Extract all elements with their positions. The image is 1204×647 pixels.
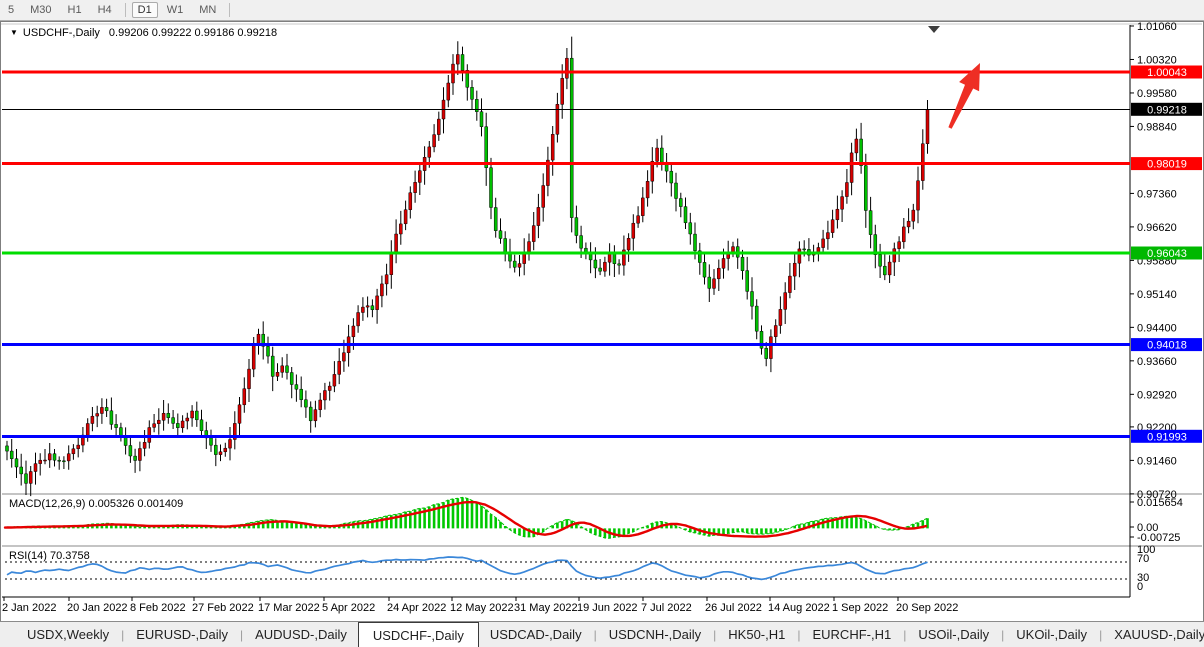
price-tick-label: 1.00320 — [1137, 54, 1177, 66]
chart-symbol-label: USDCHF-,Daily — [23, 27, 100, 39]
macd-axis-label: 0.015654 — [1137, 497, 1183, 509]
timeframe-button-mn[interactable]: MN — [192, 3, 223, 17]
date-label: 1 Sep 2022 — [832, 602, 888, 614]
price-tick-label: 0.92920 — [1137, 389, 1177, 401]
price-tick-label: 0.91460 — [1137, 455, 1177, 467]
timeframe-button-5[interactable]: 5 — [1, 3, 21, 17]
chart-shift-marker-icon[interactable] — [928, 26, 940, 33]
price-label-box-text: 0.98019 — [1147, 159, 1187, 171]
timeframe-button-w1[interactable]: W1 — [160, 3, 191, 17]
price-label-box-text: 0.91993 — [1147, 431, 1187, 443]
date-label: 17 Mar 2022 — [258, 602, 320, 614]
date-label: 31 May 2022 — [514, 602, 578, 614]
tab-hk50-h1[interactable]: HK50-,H1 — [717, 622, 796, 647]
price-tick-label: 0.98840 — [1137, 121, 1177, 133]
price-tick-label: 1.01060 — [1137, 21, 1177, 33]
price-tick-label: 0.93660 — [1137, 356, 1177, 368]
tab-usdx-weekly[interactable]: USDX,Weekly — [16, 622, 120, 647]
price-tick-label: 0.97360 — [1137, 188, 1177, 200]
timeframe-button-d1[interactable]: D1 — [132, 2, 158, 18]
timeframe-button-h4[interactable]: H4 — [91, 3, 119, 17]
tab-usdcnh-daily[interactable]: USDCNH-,Daily — [598, 622, 712, 647]
date-label: 19 Jun 2022 — [577, 602, 638, 614]
macd-indicator-label: MACD(12,26,9) 0.005326 0.001409 — [9, 498, 183, 510]
toolbar-separator — [125, 3, 126, 17]
tab-audusd-daily[interactable]: AUDUSD-,Daily — [244, 622, 358, 647]
rsi-axis-label: 0 — [1137, 581, 1143, 593]
price-label-box-text: 1.00043 — [1147, 67, 1187, 79]
chart-title: ▼ USDCHF-,Daily 0.99206 0.99222 0.99186 0.… — [10, 27, 277, 39]
timeframe-toolbar: 5M30H1H4 D1W1MN — [0, 0, 1204, 21]
tab-eurusd-daily[interactable]: EURUSD-,Daily — [125, 622, 239, 647]
tab-eurchf-h1[interactable]: EURCHF-,H1 — [801, 622, 902, 647]
date-label: 5 Apr 2022 — [322, 602, 375, 614]
price-tick-label: 0.94400 — [1137, 322, 1177, 334]
bull-candles — [29, 55, 929, 484]
date-label: 14 Aug 2022 — [768, 602, 830, 614]
date-label: 12 May 2022 — [450, 602, 514, 614]
collapse-chart-icon[interactable]: ▼ — [10, 28, 18, 37]
tab-usoil-daily[interactable]: USOil-,Daily — [907, 622, 1000, 647]
tab-xauusd-daily[interactable]: XAUUSD-,Daily — [1103, 622, 1204, 647]
tab-usdchf-daily[interactable]: USDCHF-,Daily — [358, 622, 479, 647]
chart-ohlc-values: 0.99206 0.99222 0.99186 0.99218 — [109, 27, 277, 39]
chart-canvas[interactable]: 1.01060 1.00320 0.99580 0.98840 0.97360 0.966… — [0, 0, 1204, 647]
bear-candles — [6, 55, 887, 484]
date-label: 20 Sep 2022 — [896, 602, 958, 614]
price-label-box-text: 0.94018 — [1147, 340, 1187, 352]
rsi-indicator-label: RSI(14) 70.3758 — [9, 550, 90, 562]
tab-ukoil-daily[interactable]: UKOil-,Daily — [1005, 622, 1098, 647]
price-tick-label: 0.96620 — [1137, 222, 1177, 234]
rsi-axis-label: 70 — [1137, 553, 1149, 565]
timeframe-button-m30[interactable]: M30 — [23, 3, 58, 17]
date-label: 26 Jul 2022 — [705, 602, 762, 614]
date-label: 27 Feb 2022 — [192, 602, 254, 614]
candle-wicks — [7, 37, 928, 497]
macd-axis-label: -0.00725 — [1137, 532, 1180, 544]
date-label: 20 Jan 2022 — [67, 602, 128, 614]
price-label-box-text: 0.99218 — [1147, 104, 1187, 116]
date-label: 8 Feb 2022 — [130, 602, 186, 614]
chart-tabbar: USDX,Weekly|EURUSD-,Daily|AUDUSD-,DailyU… — [0, 621, 1204, 647]
date-label: 2 Jan 2022 — [2, 602, 56, 614]
price-tick-label: 0.99580 — [1137, 88, 1177, 100]
price-tick-label: 0.95140 — [1137, 289, 1177, 301]
rsi-line — [7, 557, 928, 579]
date-label: 24 Apr 2022 — [387, 602, 446, 614]
toolbar-separator — [229, 3, 230, 17]
tab-usdcad-daily[interactable]: USDCAD-,Daily — [479, 622, 593, 647]
date-label: 7 Jul 2022 — [641, 602, 692, 614]
price-label-box-text: 0.96043 — [1147, 248, 1187, 260]
timeframe-button-h1[interactable]: H1 — [61, 3, 89, 17]
